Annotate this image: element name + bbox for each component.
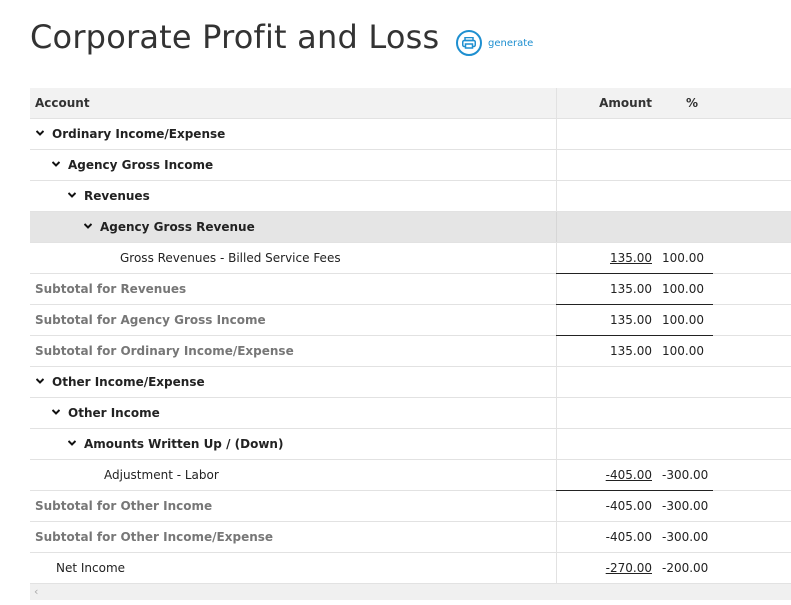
row-label: Revenues — [84, 189, 150, 203]
row-label: Ordinary Income/Expense — [52, 127, 226, 141]
row-label: Subtotal for Revenues — [35, 282, 187, 296]
table-row-adjustment-labor[interactable]: Adjustment - Labor -405.00 -300.00 — [30, 460, 791, 491]
table-row-subtotal-revenues: Subtotal for Revenues 135.00 100.00 — [30, 273, 791, 305]
generate-button[interactable]: generate — [456, 30, 533, 56]
page-title: Corporate Profit and Loss — [30, 18, 440, 56]
table-row-subtotal-ordinary-income-expense: Subtotal for Ordinary Income/Expense 135… — [30, 335, 791, 367]
table-row-revenues[interactable]: Revenues — [30, 181, 791, 212]
amount-link[interactable]: 135.00 — [552, 243, 652, 273]
amount-value: 135.00 — [610, 344, 652, 358]
table-header-row: Account Amount % — [30, 88, 791, 119]
row-label: Other Income — [68, 406, 160, 420]
amount-value: 135.00 — [610, 282, 652, 296]
row-label: Amounts Written Up / (Down) — [84, 437, 284, 451]
chevron-down-icon[interactable] — [52, 160, 60, 168]
table-row-other-income[interactable]: Other Income — [30, 398, 791, 429]
row-label: Subtotal for Other Income/Expense — [35, 530, 274, 544]
chevron-down-icon[interactable] — [68, 191, 76, 199]
percent-value: 100.00 — [662, 313, 704, 327]
percent-value: 100.00 — [662, 251, 704, 265]
table-row-ordinary-income-expense[interactable]: Ordinary Income/Expense — [30, 119, 791, 150]
arrow-left-icon[interactable]: ‹ — [34, 585, 38, 598]
percent-value: 100.00 — [662, 282, 704, 296]
amount-link[interactable]: -405.00 — [552, 460, 652, 490]
horizontal-scrollbar[interactable]: ‹ — [30, 584, 791, 600]
row-label: Other Income/Expense — [52, 375, 205, 389]
percent-value: -300.00 — [662, 499, 709, 513]
profit-loss-table: Account Amount % Ordinary Income/Expense… — [30, 88, 791, 584]
chevron-down-icon[interactable] — [84, 222, 92, 230]
amount-value: -405.00 — [605, 499, 652, 513]
percent-value: -200.00 — [662, 561, 709, 575]
percent-value: -300.00 — [662, 530, 709, 544]
chevron-down-icon[interactable] — [68, 439, 76, 447]
percent-value: -300.00 — [662, 468, 709, 482]
table-row-net-income[interactable]: Net Income -270.00 -200.00 — [30, 553, 791, 584]
amount-value: -405.00 — [605, 530, 652, 544]
row-label: Agency Gross Revenue — [100, 220, 255, 234]
row-label: Agency Gross Income — [68, 158, 214, 172]
row-label: Net Income — [56, 561, 126, 575]
table-row-other-income-expense[interactable]: Other Income/Expense — [30, 367, 791, 398]
chevron-down-icon[interactable] — [52, 408, 60, 416]
generate-label: generate — [488, 37, 534, 49]
row-label: Adjustment - Labor — [104, 468, 219, 482]
chevron-down-icon[interactable] — [36, 377, 44, 385]
row-label: Subtotal for Ordinary Income/Expense — [35, 344, 294, 358]
amount-link[interactable]: -270.00 — [552, 553, 652, 583]
table-row-agency-gross-income[interactable]: Agency Gross Income — [30, 150, 791, 181]
percent-value: 100.00 — [662, 344, 704, 358]
account-column-header[interactable]: Account — [35, 88, 90, 118]
table-row-subtotal-agency-gross-income: Subtotal for Agency Gross Income 135.00 … — [30, 304, 791, 336]
table-row-subtotal-other-income-expense: Subtotal for Other Income/Expense -405.0… — [30, 522, 791, 553]
percent-column-header[interactable]: % — [686, 88, 746, 118]
row-label: Subtotal for Agency Gross Income — [35, 313, 266, 327]
row-label: Subtotal for Other Income — [35, 499, 213, 513]
table-row-amounts-written-up-down[interactable]: Amounts Written Up / (Down) — [30, 429, 791, 460]
table-row-agency-gross-revenue[interactable]: Agency Gross Revenue — [30, 212, 791, 243]
table-row-subtotal-other-income: Subtotal for Other Income -405.00 -300.0… — [30, 490, 791, 522]
table-row-gross-revenues-billed-service-fees[interactable]: Gross Revenues - Billed Service Fees 135… — [30, 243, 791, 274]
row-label: Gross Revenues - Billed Service Fees — [120, 251, 341, 265]
amount-column-header[interactable]: Amount — [552, 88, 652, 118]
chevron-down-icon[interactable] — [36, 129, 44, 137]
printer-icon — [456, 30, 482, 56]
amount-value: 135.00 — [610, 313, 652, 327]
